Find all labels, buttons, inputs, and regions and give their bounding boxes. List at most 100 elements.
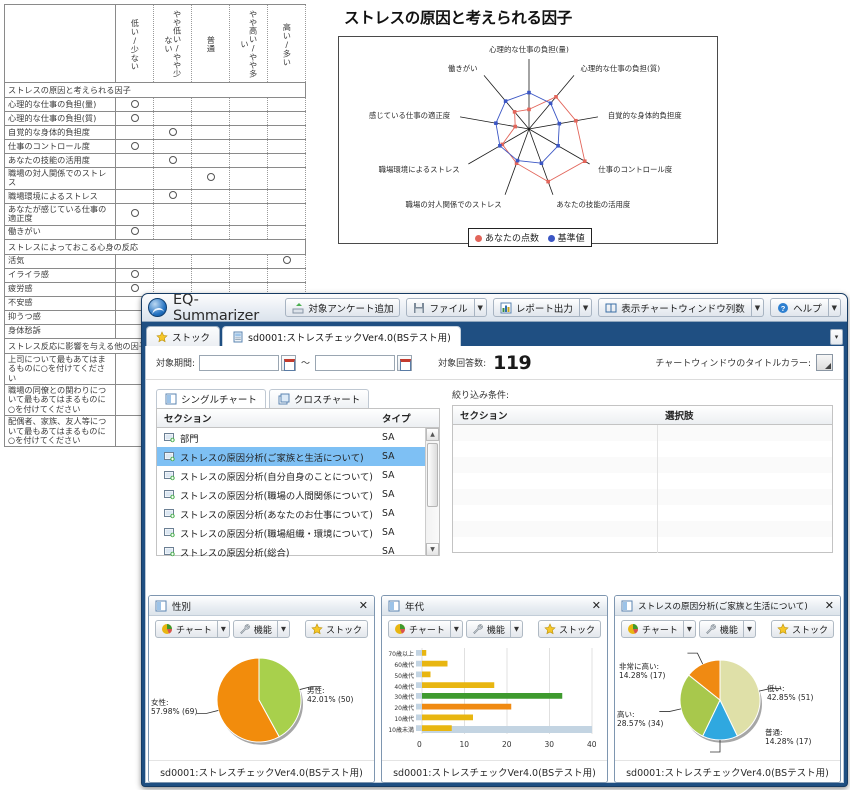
questionnaire-answer-cell[interactable]: [191, 224, 230, 240]
period-from-input[interactable]: [199, 354, 280, 371]
questionnaire-answer-cell[interactable]: [191, 188, 230, 204]
chart-dropdown-chart[interactable]: ▼: [683, 620, 696, 638]
questionnaire-answer-cell[interactable]: [267, 167, 306, 190]
chart-window-age-close-button[interactable]: ✕: [592, 600, 601, 611]
questionnaire-answer-cell[interactable]: [153, 111, 192, 126]
questionnaire-answer-cell[interactable]: [229, 125, 268, 140]
chart-window-gender-stock-button[interactable]: ストック: [304, 620, 368, 638]
chart-dropdown-chart[interactable]: ▼: [217, 620, 230, 638]
questionnaire-answer-cell[interactable]: [115, 111, 154, 126]
toolbar-button-add-survey[interactable]: 対象アンケート追加: [285, 298, 401, 317]
questionnaire-answer-cell[interactable]: [115, 224, 154, 240]
chart-window-stress-family-function-button[interactable]: 機能: [698, 620, 744, 638]
questionnaire-answer-cell[interactable]: [267, 202, 306, 226]
period-to-calendar-icon[interactable]: [397, 354, 413, 371]
questionnaire-answer-cell[interactable]: [191, 167, 230, 190]
bar-6[interactable]: [422, 714, 473, 721]
chart-dropdown-chart[interactable]: ▼: [450, 620, 463, 638]
table-row[interactable]: [453, 521, 832, 537]
chart-dropdown-function[interactable]: ▼: [743, 620, 756, 638]
questionnaire-answer-cell[interactable]: [115, 139, 154, 154]
questionnaire-answer-cell[interactable]: [115, 253, 154, 269]
questionnaire-answer-cell[interactable]: [191, 139, 230, 154]
chart-type-tab-0[interactable]: シングルチャート: [156, 389, 266, 408]
bar-2[interactable]: [422, 671, 431, 678]
chart-window-age-stock-button[interactable]: ストック: [537, 620, 601, 638]
questionnaire-answer-cell[interactable]: [191, 253, 230, 269]
bar-1[interactable]: [422, 660, 448, 667]
questionnaire-answer-cell[interactable]: [153, 167, 192, 190]
toolbar-button-help[interactable]: ? ヘルプ: [770, 298, 829, 317]
table-row[interactable]: [453, 489, 832, 505]
questionnaire-answer-cell[interactable]: [267, 111, 306, 126]
table-row[interactable]: ストレスの原因分析(自分自身のことについて) SA: [157, 466, 439, 485]
questionnaire-answer-cell[interactable]: [115, 97, 154, 112]
questionnaire-answer-cell[interactable]: [267, 153, 306, 168]
title-color-swatch[interactable]: [816, 354, 833, 371]
chart-dropdown-function[interactable]: ▼: [510, 620, 523, 638]
questionnaire-answer-cell[interactable]: [115, 202, 154, 226]
table-row[interactable]: [453, 537, 832, 553]
period-from-calendar-icon[interactable]: [281, 354, 297, 371]
table-row[interactable]: [453, 473, 832, 489]
toolbar-dropdown-chart-window-columns[interactable]: ▼: [751, 298, 765, 317]
chart-dropdown-function[interactable]: ▼: [277, 620, 290, 638]
bar-3[interactable]: [422, 682, 495, 688]
questionnaire-answer-cell[interactable]: [229, 97, 268, 112]
questionnaire-answer-cell[interactable]: [267, 267, 306, 283]
bar-0[interactable]: [422, 650, 427, 656]
questionnaire-answer-cell[interactable]: [267, 125, 306, 140]
toolbar-dropdown-file[interactable]: ▼: [474, 298, 487, 317]
questionnaire-answer-cell[interactable]: [153, 139, 192, 154]
questionnaire-answer-cell[interactable]: [191, 97, 230, 112]
questionnaire-answer-cell[interactable]: [229, 253, 268, 269]
table-row[interactable]: [453, 457, 832, 473]
questionnaire-answer-cell[interactable]: [153, 125, 192, 140]
questionnaire-answer-cell[interactable]: [191, 125, 230, 140]
questionnaire-answer-cell[interactable]: [153, 253, 192, 269]
questionnaire-answer-cell[interactable]: [267, 188, 306, 204]
questionnaire-answer-cell[interactable]: [153, 224, 192, 240]
tab-overflow-button[interactable]: ▾: [830, 329, 843, 345]
chart-window-gender-function-button[interactable]: 機能: [232, 620, 278, 638]
questionnaire-answer-cell[interactable]: [115, 267, 154, 283]
scroll-thumb[interactable]: [427, 443, 438, 507]
questionnaire-answer-cell[interactable]: [229, 224, 268, 240]
toolbar-button-chart-window-columns[interactable]: 表示チャートウィンドウ列数: [598, 298, 752, 317]
chart-window-age-function-button[interactable]: 機能: [465, 620, 511, 638]
questionnaire-answer-cell[interactable]: [191, 202, 230, 226]
bar-4[interactable]: [422, 693, 563, 699]
questionnaire-answer-cell[interactable]: [153, 97, 192, 112]
questionnaire-answer-cell[interactable]: [229, 188, 268, 204]
section-grid-scrollbar[interactable]: ▲ ▼: [425, 428, 439, 556]
questionnaire-answer-cell[interactable]: [229, 139, 268, 154]
questionnaire-answer-cell[interactable]: [153, 153, 192, 168]
questionnaire-answer-cell[interactable]: [115, 167, 154, 190]
chart-window-stress-family-stock-button[interactable]: ストック: [770, 620, 834, 638]
toolbar-button-report-output[interactable]: レポート出力: [492, 298, 580, 317]
chart-window-stress-family-close-button[interactable]: ✕: [825, 600, 834, 611]
chart-window-gender-chart-button[interactable]: チャート: [155, 620, 218, 638]
table-row[interactable]: ストレスの原因分析(総合) SA: [157, 542, 439, 561]
questionnaire-answer-cell[interactable]: [115, 153, 154, 168]
questionnaire-answer-cell[interactable]: [191, 267, 230, 283]
questionnaire-answer-cell[interactable]: [191, 111, 230, 126]
table-row[interactable]: ストレスの原因分析(ご家族と生活について) SA: [157, 447, 439, 466]
chart-type-tab-1[interactable]: クロスチャート: [268, 389, 370, 408]
table-row[interactable]: [453, 505, 832, 521]
questionnaire-answer-cell[interactable]: [153, 267, 192, 283]
questionnaire-answer-cell[interactable]: [229, 111, 268, 126]
table-row[interactable]: ストレスの原因分析(職場の人間関係について) SA: [157, 485, 439, 504]
table-row[interactable]: ストレスの原因分析(あなたのお仕事について) SA: [157, 504, 439, 523]
table-row[interactable]: [453, 441, 832, 457]
scroll-up-arrow-icon[interactable]: ▲: [426, 428, 439, 441]
document-tab-0[interactable]: ストック: [146, 326, 221, 346]
table-row[interactable]: 部門 SA: [157, 428, 439, 447]
bar-5[interactable]: [422, 703, 512, 710]
questionnaire-answer-cell[interactable]: [153, 202, 192, 226]
toolbar-dropdown-report-output[interactable]: ▼: [579, 298, 593, 317]
questionnaire-answer-cell[interactable]: [191, 153, 230, 168]
chart-window-gender-close-button[interactable]: ✕: [359, 600, 368, 611]
bar-7[interactable]: [422, 725, 452, 731]
scroll-down-arrow-icon[interactable]: ▼: [426, 543, 439, 556]
